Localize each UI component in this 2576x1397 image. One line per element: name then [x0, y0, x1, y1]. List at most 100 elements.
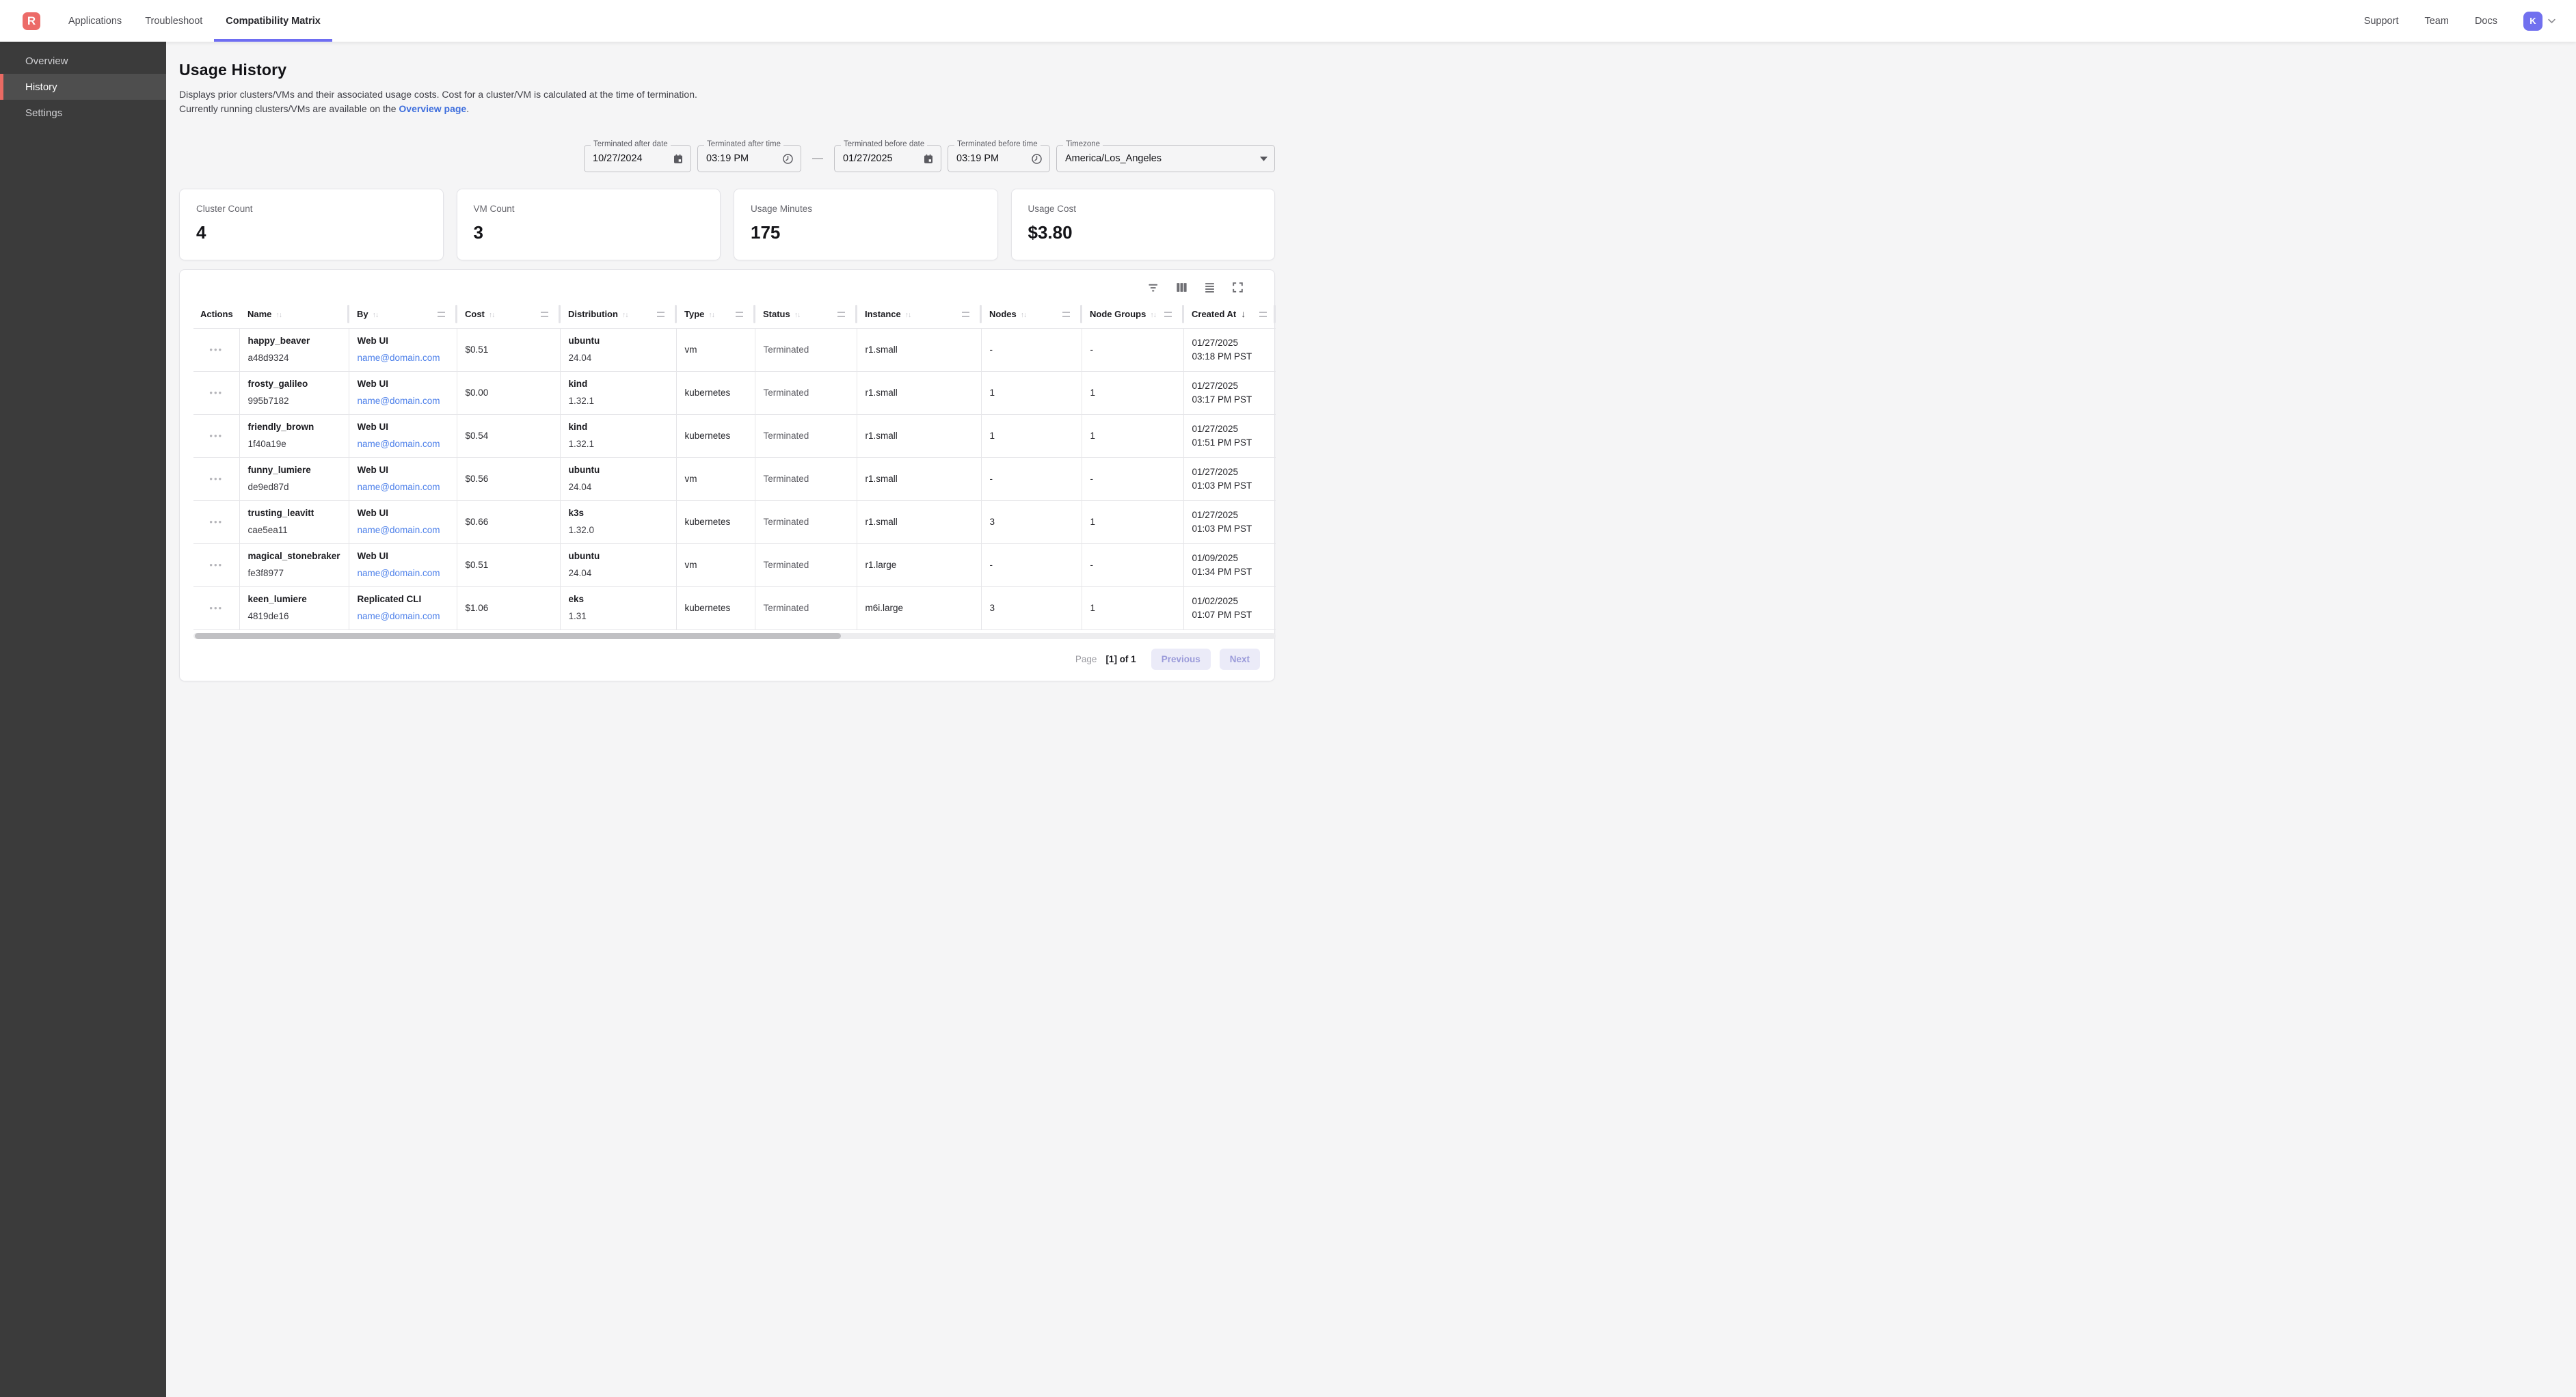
terminated-after-date-input[interactable]: Terminated after date 10/27/2024 [584, 145, 691, 172]
distribution-version: 1.32.0 [569, 524, 673, 537]
table-header-row: ActionsName↑↓By↑↓Cost↑↓Distribution↑↓Typ… [193, 300, 1276, 328]
primary-nav: Applications Troubleshoot Compatibility … [57, 0, 332, 42]
cell-nodes: 3 [981, 500, 1082, 543]
previous-page-button[interactable]: Previous [1151, 649, 1211, 670]
column-resize-handle[interactable] [1164, 312, 1172, 317]
cluster-id: fe3f8977 [248, 567, 346, 580]
terminated-after-time-input[interactable]: Terminated after time 03:19 PM [697, 145, 801, 172]
cell-instance: r1.small [857, 371, 981, 414]
cell-cost: $0.54 [457, 414, 560, 457]
row-actions-button[interactable]: ••• [209, 517, 223, 527]
row-actions-button[interactable]: ••• [209, 431, 223, 441]
nav-link-support[interactable]: Support [2364, 16, 2399, 27]
sort-icon[interactable]: ↑↓ [905, 311, 911, 319]
horizontal-scrollbar-thumb[interactable] [195, 633, 841, 639]
stat-card-usage-minutes: Usage Minutes 175 [734, 189, 998, 260]
distribution-version: 1.31 [569, 610, 673, 623]
column-separator [559, 305, 561, 323]
pagination: Page [1] of 1 Previous Next [180, 639, 1274, 681]
created-by-email-link[interactable]: name@domain.com [358, 610, 440, 623]
chevron-down-icon [2547, 16, 2557, 26]
stat-cards: Cluster Count 4 VM Count 3 Usage Minutes… [179, 189, 1275, 260]
created-by-email-link[interactable]: name@domain.com [358, 351, 440, 365]
created-by-email-link[interactable]: name@domain.com [358, 437, 440, 451]
type-value: vm [685, 472, 752, 486]
sidebar-item-history[interactable]: History [0, 74, 166, 100]
nodes-count: - [990, 472, 1079, 486]
type-value: vm [685, 558, 752, 572]
sidebar-item-overview[interactable]: Overview [0, 48, 166, 74]
next-page-button[interactable]: Next [1220, 649, 1260, 670]
column-resize-handle[interactable] [657, 312, 665, 317]
fullscreen-icon[interactable] [1231, 281, 1244, 294]
table-row: •••keen_lumiere4819de16Replicated CLInam… [193, 586, 1276, 629]
timezone-select[interactable]: Timezone America/Los_Angeles [1056, 145, 1275, 172]
sidebar-item-settings[interactable]: Settings [0, 100, 166, 126]
density-icon[interactable] [1203, 281, 1216, 294]
cell-by: Web UIname@domain.com [349, 371, 457, 414]
cell-status: Terminated [755, 500, 857, 543]
instance-type: r1.small [866, 472, 978, 486]
created-by-email-link[interactable]: name@domain.com [358, 480, 440, 494]
clock-icon[interactable] [782, 153, 794, 165]
column-header-created-at[interactable]: Created At↓ [1183, 300, 1276, 328]
distribution-name: eks [569, 593, 673, 606]
column-resize-handle[interactable] [837, 312, 845, 317]
calendar-icon[interactable] [923, 153, 934, 165]
created-by-email-link[interactable]: name@domain.com [358, 567, 440, 580]
column-header-name[interactable]: Name↑↓ [239, 300, 349, 328]
created-date: 01/27/2025 [1192, 422, 1274, 436]
data-grid: ActionsName↑↓By↑↓Cost↑↓Distribution↑↓Typ… [193, 300, 1276, 630]
row-actions-button[interactable]: ••• [209, 388, 223, 398]
nav-item-compatibility-matrix[interactable]: Compatibility Matrix [214, 0, 332, 42]
nav-link-team[interactable]: Team [2424, 16, 2448, 27]
sort-icon[interactable]: ↑↓ [1150, 311, 1156, 319]
sort-icon[interactable]: ↑↓ [708, 311, 714, 319]
app-logo[interactable]: R [23, 12, 40, 30]
table-row: •••magical_stonebrakerfe3f8977Web UIname… [193, 543, 1276, 586]
table-toolbar [180, 278, 1274, 296]
cell-actions: ••• [193, 414, 239, 457]
nav-item-troubleshoot[interactable]: Troubleshoot [133, 0, 214, 42]
terminated-before-date-input[interactable]: Terminated before date 01/27/2025 [834, 145, 941, 172]
clock-icon[interactable] [1031, 153, 1043, 165]
nav-item-applications[interactable]: Applications [57, 0, 133, 42]
columns-icon[interactable] [1175, 281, 1188, 294]
row-actions-button[interactable]: ••• [209, 603, 223, 613]
cost-value: $0.51 [466, 343, 557, 357]
column-resize-handle[interactable] [1062, 312, 1070, 317]
nodes-count: 1 [990, 386, 1079, 400]
cell-cost: $0.66 [457, 500, 560, 543]
cell-status: Terminated [755, 586, 857, 629]
sort-icon[interactable]: ↑↓ [1021, 311, 1027, 319]
created-date: 01/02/2025 [1192, 595, 1274, 608]
column-resize-handle[interactable] [438, 312, 445, 317]
terminated-before-time-input[interactable]: Terminated before time 03:19 PM [948, 145, 1050, 172]
cell-node-groups: - [1082, 543, 1183, 586]
user-menu[interactable]: K [2523, 12, 2557, 31]
column-resize-handle[interactable] [736, 312, 743, 317]
sort-icon[interactable]: ↑↓ [622, 311, 628, 319]
column-resize-handle[interactable] [541, 312, 548, 317]
calendar-icon[interactable] [673, 153, 684, 165]
cell-created-at: 01/27/202503:18 PM PST [1183, 328, 1276, 371]
nav-link-docs[interactable]: Docs [2475, 16, 2497, 27]
column-resize-handle[interactable] [962, 312, 969, 317]
cluster-name: funny_lumiere [248, 463, 346, 477]
column-resize-handle[interactable] [1259, 312, 1267, 317]
row-actions-button[interactable]: ••• [209, 344, 223, 355]
cluster-id: 4819de16 [248, 610, 346, 623]
sort-desc-icon[interactable]: ↓ [1241, 308, 1246, 319]
cell-node-groups: 1 [1082, 500, 1183, 543]
filter-icon[interactable] [1147, 281, 1160, 294]
row-actions-button[interactable]: ••• [209, 560, 223, 570]
created-by-email-link[interactable]: name@domain.com [358, 524, 440, 537]
sort-icon[interactable]: ↑↓ [489, 311, 495, 319]
sort-icon[interactable]: ↑↓ [276, 311, 282, 319]
created-by-email-link[interactable]: name@domain.com [358, 394, 440, 408]
sort-icon[interactable]: ↑↓ [373, 311, 379, 319]
column-separator [1182, 305, 1184, 323]
row-actions-button[interactable]: ••• [209, 474, 223, 484]
overview-page-link[interactable]: Overview page [399, 103, 466, 114]
sort-icon[interactable]: ↑↓ [794, 311, 801, 319]
